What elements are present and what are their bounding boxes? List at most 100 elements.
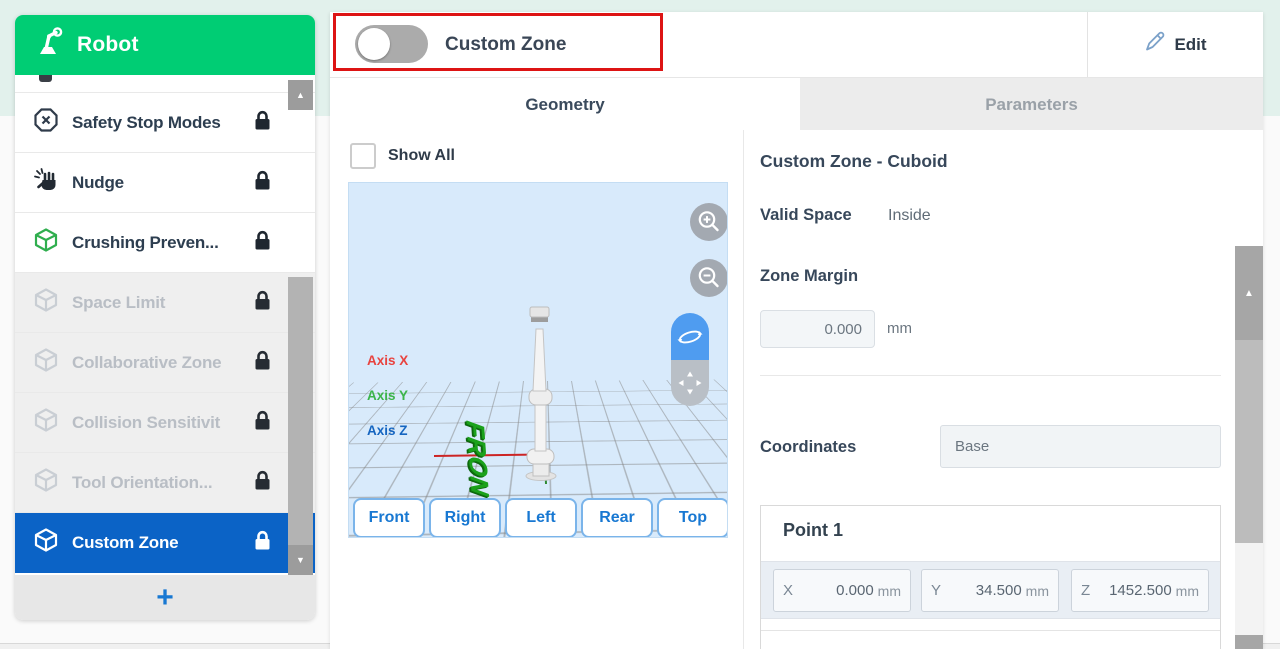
content-divider [743, 130, 744, 649]
sidebar: Robot Safety Stop Modes [15, 15, 315, 620]
cube-icon [33, 347, 59, 378]
details-scrollbar-track [1235, 543, 1263, 635]
sidebar-scrollbar[interactable]: ▲ ▼ [288, 80, 313, 575]
tab-content: Show All Axis X Axis Y [330, 130, 1263, 649]
sidebar-item-label: Space Limit [72, 293, 253, 313]
y-value: 34.500 [976, 582, 1022, 599]
z-unit: mm [1176, 583, 1199, 599]
zone-margin-input[interactable] [760, 310, 875, 348]
lock-icon [253, 410, 272, 436]
zoom-in-icon [696, 209, 722, 235]
sidebar-item-label: Safety Stop Modes [72, 113, 253, 133]
sidebar-item-label: Custom Zone [72, 533, 253, 553]
axis-y-label: Axis Y [367, 388, 408, 403]
details-scrollbar[interactable]: ▲ ▼ [1235, 246, 1263, 649]
point1-y-field[interactable]: Y 34.500 mm [921, 569, 1059, 612]
show-all-checkbox-row: Show All [350, 143, 455, 169]
tab-bar: Geometry Parameters [330, 77, 1263, 130]
lock-icon [253, 470, 272, 496]
sidebar-menu: Safety Stop Modes [15, 75, 315, 575]
y-axis-label: Y [931, 582, 941, 599]
lock-icon [253, 170, 272, 196]
sidebar-item-nudge[interactable]: Nudge [15, 153, 315, 213]
robot-arm-icon [31, 26, 65, 65]
sidebar-item-custom-zone[interactable]: Custom Zone [15, 513, 315, 573]
show-all-label: Show All [388, 147, 455, 165]
scroll-down-icon[interactable]: ▼ [288, 545, 313, 575]
point1-x-field[interactable]: X 0.000 mm [773, 569, 911, 612]
rotate-orbit-icon [676, 323, 704, 351]
valid-space-label: Valid Space [760, 206, 852, 225]
axis-z-label: Axis Z [367, 423, 408, 438]
sidebar-item-safety-stop-modes[interactable]: Safety Stop Modes [15, 93, 315, 153]
pan-view-button[interactable] [671, 360, 709, 406]
lock-icon [253, 230, 272, 256]
zoom-out-button[interactable] [690, 259, 728, 297]
pan-arrows-icon [676, 369, 704, 397]
view-rear-button[interactable]: Rear [581, 498, 653, 538]
lock-icon [253, 290, 272, 316]
cube-icon [33, 227, 59, 258]
cube-icon [33, 467, 59, 498]
cube-icon [33, 527, 59, 558]
tab-parameters[interactable]: Parameters [800, 78, 1263, 131]
details-scrollbar-thumb[interactable] [1235, 340, 1263, 543]
view-top-button[interactable]: Top [657, 498, 728, 538]
z-axis-label: Z [1081, 582, 1090, 599]
sidebar-title: Robot [77, 33, 139, 57]
axis-x-label: Axis X [367, 353, 408, 368]
sidebar-item-tool-orientation[interactable]: Tool Orientation... [15, 453, 315, 513]
lock-icon [253, 110, 272, 136]
red-annotation-box [333, 13, 663, 71]
sidebar-item-collaborative-zone[interactable]: Collaborative Zone [15, 333, 315, 393]
lock-icon [253, 530, 272, 556]
rotate-view-button[interactable] [671, 313, 709, 360]
x-unit: mm [878, 583, 901, 599]
z-value: 1452.500 [1109, 582, 1172, 599]
add-zone-button[interactable]: + [15, 575, 315, 620]
valid-space-value: Inside [888, 207, 931, 225]
pencil-icon [1143, 31, 1165, 58]
view-front-button[interactable]: Front [353, 498, 425, 538]
edit-label: Edit [1174, 35, 1206, 55]
robot-3d-viewport[interactable]: Axis X Axis Y Axis Z FRONT [348, 182, 728, 538]
edit-button[interactable]: Edit [1087, 12, 1263, 77]
sidebar-item-space-limit[interactable]: Space Limit [15, 273, 315, 333]
sidebar-item-label: Tool Orientation... [72, 473, 253, 493]
y-unit: mm [1026, 583, 1049, 599]
tab-geometry[interactable]: Geometry [330, 78, 800, 131]
hand-nudge-icon [33, 167, 59, 198]
sidebar-item-label: Collaborative Zone [72, 353, 253, 373]
point1-z-field[interactable]: Z 1452.500 mm [1071, 569, 1209, 612]
scroll-down-icon[interactable]: ▼ [1235, 635, 1263, 649]
zoom-in-button[interactable] [690, 203, 728, 241]
zoom-out-icon [696, 265, 722, 291]
scroll-up-icon[interactable]: ▲ [288, 80, 313, 110]
sidebar-item-label: Crushing Preven... [72, 233, 253, 253]
lock-icon [253, 350, 272, 376]
point1-fields-row: X 0.000 mm Y 34.500 mm Z 1452.500 mm [761, 561, 1220, 619]
sidebar-scrollbar-thumb[interactable] [288, 277, 313, 545]
sidebar-header: Robot [15, 15, 315, 75]
show-all-checkbox[interactable] [350, 143, 376, 169]
sidebar-item-collision-sensitivity[interactable]: Collision Sensitivit [15, 393, 315, 453]
sidebar-item-crushing-prevention[interactable]: Crushing Preven... [15, 213, 315, 273]
zone-margin-label: Zone Margin [760, 267, 858, 286]
zone-type-title: Custom Zone - Cuboid [760, 151, 948, 172]
octagon-x-icon [33, 107, 59, 138]
x-axis-label: X [783, 582, 793, 599]
view-right-button[interactable]: Right [429, 498, 501, 538]
next-point-edge [761, 630, 1220, 631]
point1-title: Point 1 [783, 520, 843, 541]
coordinates-label: Coordinates [760, 438, 856, 457]
view-left-button[interactable]: Left [505, 498, 577, 538]
zone-margin-unit: mm [887, 320, 912, 337]
main-topbar: Custom Zone Edit [330, 12, 1263, 77]
scroll-up-icon[interactable]: ▲ [1235, 246, 1263, 340]
sidebar-item-label: Nudge [72, 173, 253, 193]
view-control-pill [671, 313, 709, 406]
sidebar-item-label: Collision Sensitivit [72, 413, 253, 433]
coordinates-select[interactable]: Base [940, 425, 1221, 468]
sidebar-partial-item [15, 75, 315, 93]
app-root: Robot Safety Stop Modes [0, 0, 1280, 649]
